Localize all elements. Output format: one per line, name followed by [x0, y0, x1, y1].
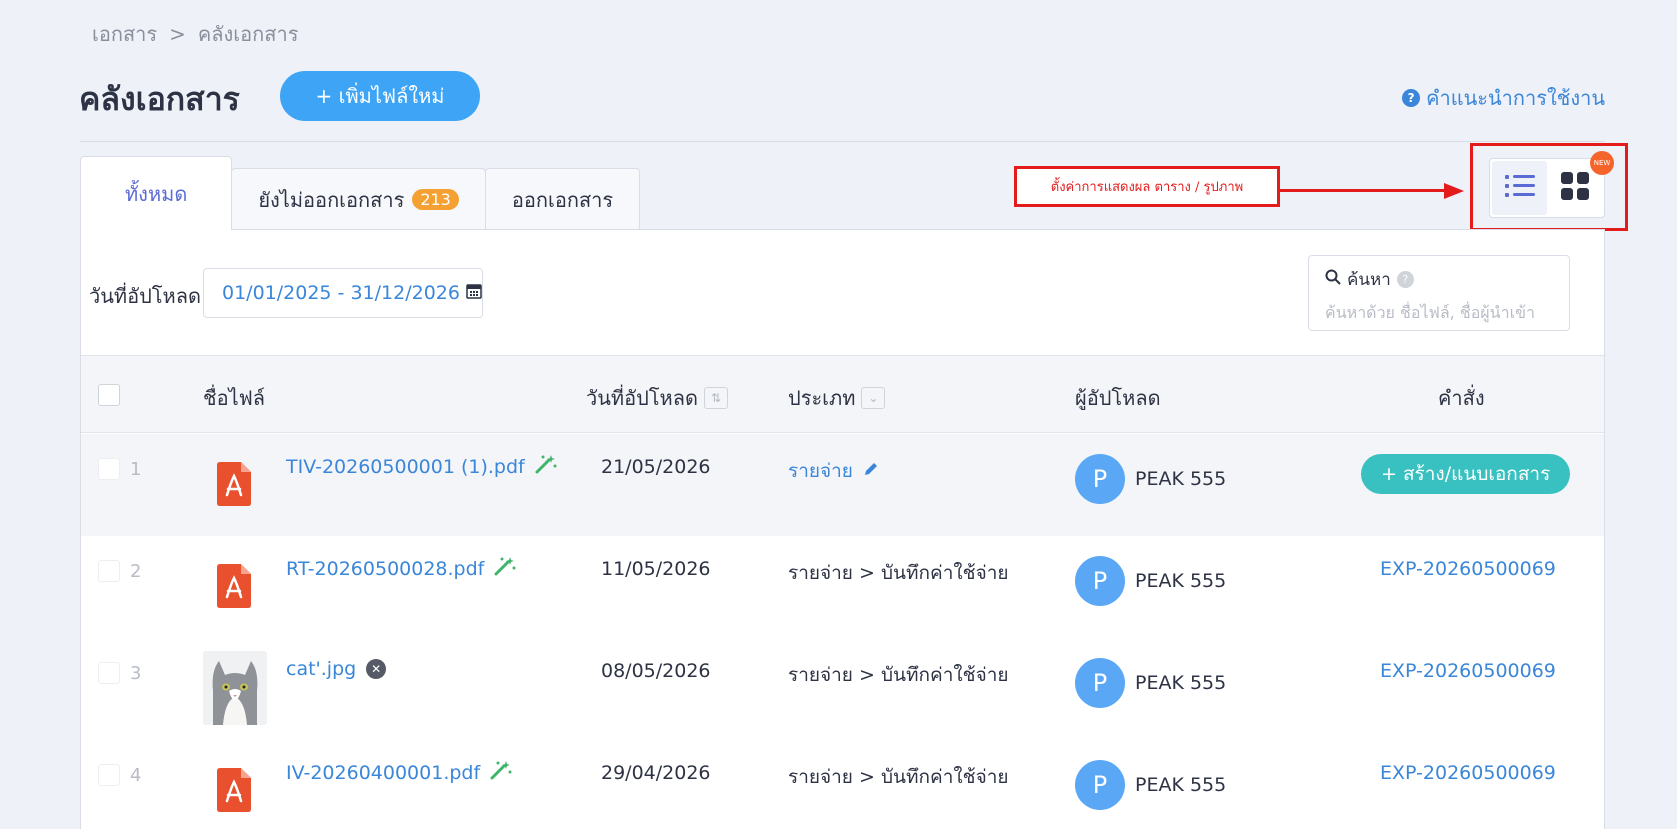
- tab-not-issued-label: ยังไม่ออกเอกสาร: [258, 187, 405, 212]
- document-tabs: ทั้งหมด ยังไม่ออกเอกสาร 213 ออกเอกสาร: [80, 156, 641, 230]
- tab-issued-label: ออกเอกสาร: [511, 187, 614, 212]
- breadcrumb-separator: >: [169, 22, 186, 46]
- table-row[interactable]: 1 TIV-20260500001 (1).pdf 21/05/2026 ราย…: [81, 434, 1604, 536]
- uploader-name: PEAK 555: [1135, 570, 1227, 592]
- row-checkbox[interactable]: [98, 662, 120, 684]
- document-type: รายจ่าย > บันทึกค่าใช้จ่าย: [788, 766, 1009, 788]
- annotation-arrowhead: [1444, 183, 1464, 199]
- remove-icon[interactable]: ✕: [366, 659, 387, 679]
- upload-date: 08/05/2026: [601, 660, 711, 682]
- date-range-picker[interactable]: 01/01/2025 - 31/12/2026: [203, 268, 483, 318]
- row-number: 3: [130, 662, 142, 684]
- upload-date: 11/05/2026: [601, 558, 711, 580]
- annotation-callout: ตั้งค่าการแสดงผล ตาราง / รูปภาพ: [1014, 166, 1280, 207]
- select-all-checkbox[interactable]: [98, 384, 120, 406]
- chevron-down-icon[interactable]: ⌄: [861, 387, 886, 409]
- column-header-uploader: ผู้อัปโหลด: [1075, 386, 1161, 410]
- pencil-icon[interactable]: [863, 460, 879, 482]
- tab-not-issued[interactable]: ยังไม่ออกเอกสาร 213: [231, 168, 486, 230]
- new-badge: NEW: [1590, 151, 1614, 175]
- table-row[interactable]: 2 RT-20260500028.pdf 11/05/2026 รายจ่าย …: [81, 536, 1604, 638]
- search-help-icon[interactable]: ?: [1396, 271, 1414, 288]
- annotation-text: ตั้งค่าการแสดงผล ตาราง / รูปภาพ: [1050, 180, 1244, 195]
- question-icon: ?: [1402, 89, 1421, 107]
- row-checkbox[interactable]: [98, 560, 120, 582]
- page-title: คลังเอกสาร: [79, 80, 240, 118]
- row-number: 1: [130, 458, 142, 480]
- view-toggle: [1489, 158, 1605, 218]
- pdf-icon: [217, 462, 251, 506]
- grid-icon: [1560, 172, 1589, 204]
- breadcrumb-current: คลังเอกสาร: [197, 22, 299, 46]
- pdf-icon: [217, 768, 251, 812]
- linked-document-link[interactable]: EXP-20260500069: [1380, 660, 1556, 682]
- magic-wand-icon[interactable]: [535, 454, 557, 479]
- calendar-icon: [466, 282, 482, 304]
- upload-date: 29/04/2026: [601, 762, 711, 784]
- search-placeholder: ค้นหาด้วย ชื่อไฟล์, ชื่อผู้นำเข้า: [1325, 303, 1535, 322]
- list-view-button[interactable]: [1492, 161, 1547, 215]
- cat-thumbnail[interactable]: [203, 651, 267, 725]
- row-checkbox[interactable]: [98, 764, 120, 786]
- column-header-type[interactable]: ประเภท ⌄: [788, 382, 886, 414]
- search-label: ค้นหา: [1347, 270, 1391, 290]
- breadcrumb-root[interactable]: เอกสาร: [92, 18, 157, 50]
- row-checkbox[interactable]: [98, 458, 120, 480]
- upload-date: 21/05/2026: [601, 456, 711, 478]
- uploader-name: PEAK 555: [1135, 672, 1227, 694]
- document-type: รายจ่าย > บันทึกค่าใช้จ่าย: [788, 562, 1009, 584]
- tab-issued[interactable]: ออกเอกสาร: [484, 168, 641, 230]
- header-divider: [80, 141, 1605, 142]
- search-input[interactable]: ค้นหา ? ค้นหาด้วย ชื่อไฟล์, ชื่อผู้นำเข้…: [1308, 255, 1570, 331]
- document-type: รายจ่าย > บันทึกค่าใช้จ่าย: [788, 664, 1009, 686]
- table-row[interactable]: 4 IV-20260400001.pdf 29/04/2026 รายจ่าย …: [81, 740, 1604, 829]
- column-header-type-label: ประเภท: [788, 386, 856, 410]
- search-icon: [1325, 269, 1341, 290]
- breadcrumb: เอกสาร > คลังเอกสาร: [92, 18, 298, 50]
- magic-wand-icon[interactable]: [490, 760, 512, 785]
- uploader-name: PEAK 555: [1135, 468, 1227, 490]
- avatar: P: [1075, 760, 1125, 810]
- file-name-link[interactable]: RT-20260500028.pdf: [286, 558, 484, 580]
- avatar: P: [1075, 454, 1125, 504]
- date-range-value: 01/01/2025 - 31/12/2026: [222, 282, 460, 304]
- tab-all[interactable]: ทั้งหมด: [80, 156, 233, 230]
- file-name-link[interactable]: cat'.jpg: [286, 658, 356, 680]
- table-header: ชื่อไฟล์ วันที่อัปโหลด ⇅ ประเภท ⌄ ผู้อัป…: [81, 355, 1604, 433]
- column-header-actions: คำสั่ง: [1438, 386, 1485, 410]
- tab-all-label: ทั้งหมด: [125, 181, 188, 206]
- tab-count-badge: 213: [412, 189, 459, 210]
- sort-icon[interactable]: ⇅: [703, 387, 728, 409]
- add-file-button[interactable]: + เพิ่มไฟล์ใหม่: [280, 71, 480, 121]
- column-header-upload-date-label: วันที่อัปโหลด: [586, 386, 698, 410]
- pdf-icon: [217, 564, 251, 608]
- avatar: P: [1075, 658, 1125, 708]
- linked-document-link[interactable]: EXP-20260500069: [1380, 558, 1556, 580]
- linked-document-link[interactable]: EXP-20260500069: [1380, 762, 1556, 784]
- uploader-name: PEAK 555: [1135, 774, 1227, 796]
- create-attach-document-button[interactable]: + สร้าง/แนบเอกสาร: [1361, 454, 1571, 494]
- annotation-arrow-line: [1280, 189, 1450, 192]
- file-name-link[interactable]: IV-20260400001.pdf: [286, 762, 480, 784]
- column-header-file-name: ชื่อไฟล์: [203, 386, 266, 410]
- help-link[interactable]: ? คำแนะนำการใช้งาน: [1402, 82, 1605, 114]
- row-number: 4: [130, 764, 142, 786]
- list-icon: [1504, 173, 1535, 203]
- magic-wand-icon[interactable]: [494, 556, 516, 581]
- help-link-label: คำแนะนำการใช้งาน: [1426, 86, 1605, 110]
- date-filter-label: วันที่อัปโหลด: [89, 284, 201, 308]
- document-type[interactable]: รายจ่าย: [788, 456, 853, 486]
- documents-card: วันที่อัปโหลด 01/01/2025 - 31/12/2026 ค้…: [80, 229, 1605, 829]
- table-row[interactable]: 3 cat'.jpg ✕ 08/05/2026 รายจ่าย > บันทึก…: [81, 638, 1604, 740]
- avatar: P: [1075, 556, 1125, 606]
- row-number: 2: [130, 560, 142, 582]
- column-header-upload-date[interactable]: วันที่อัปโหลด ⇅: [586, 382, 728, 414]
- file-name-link[interactable]: TIV-20260500001 (1).pdf: [286, 456, 525, 478]
